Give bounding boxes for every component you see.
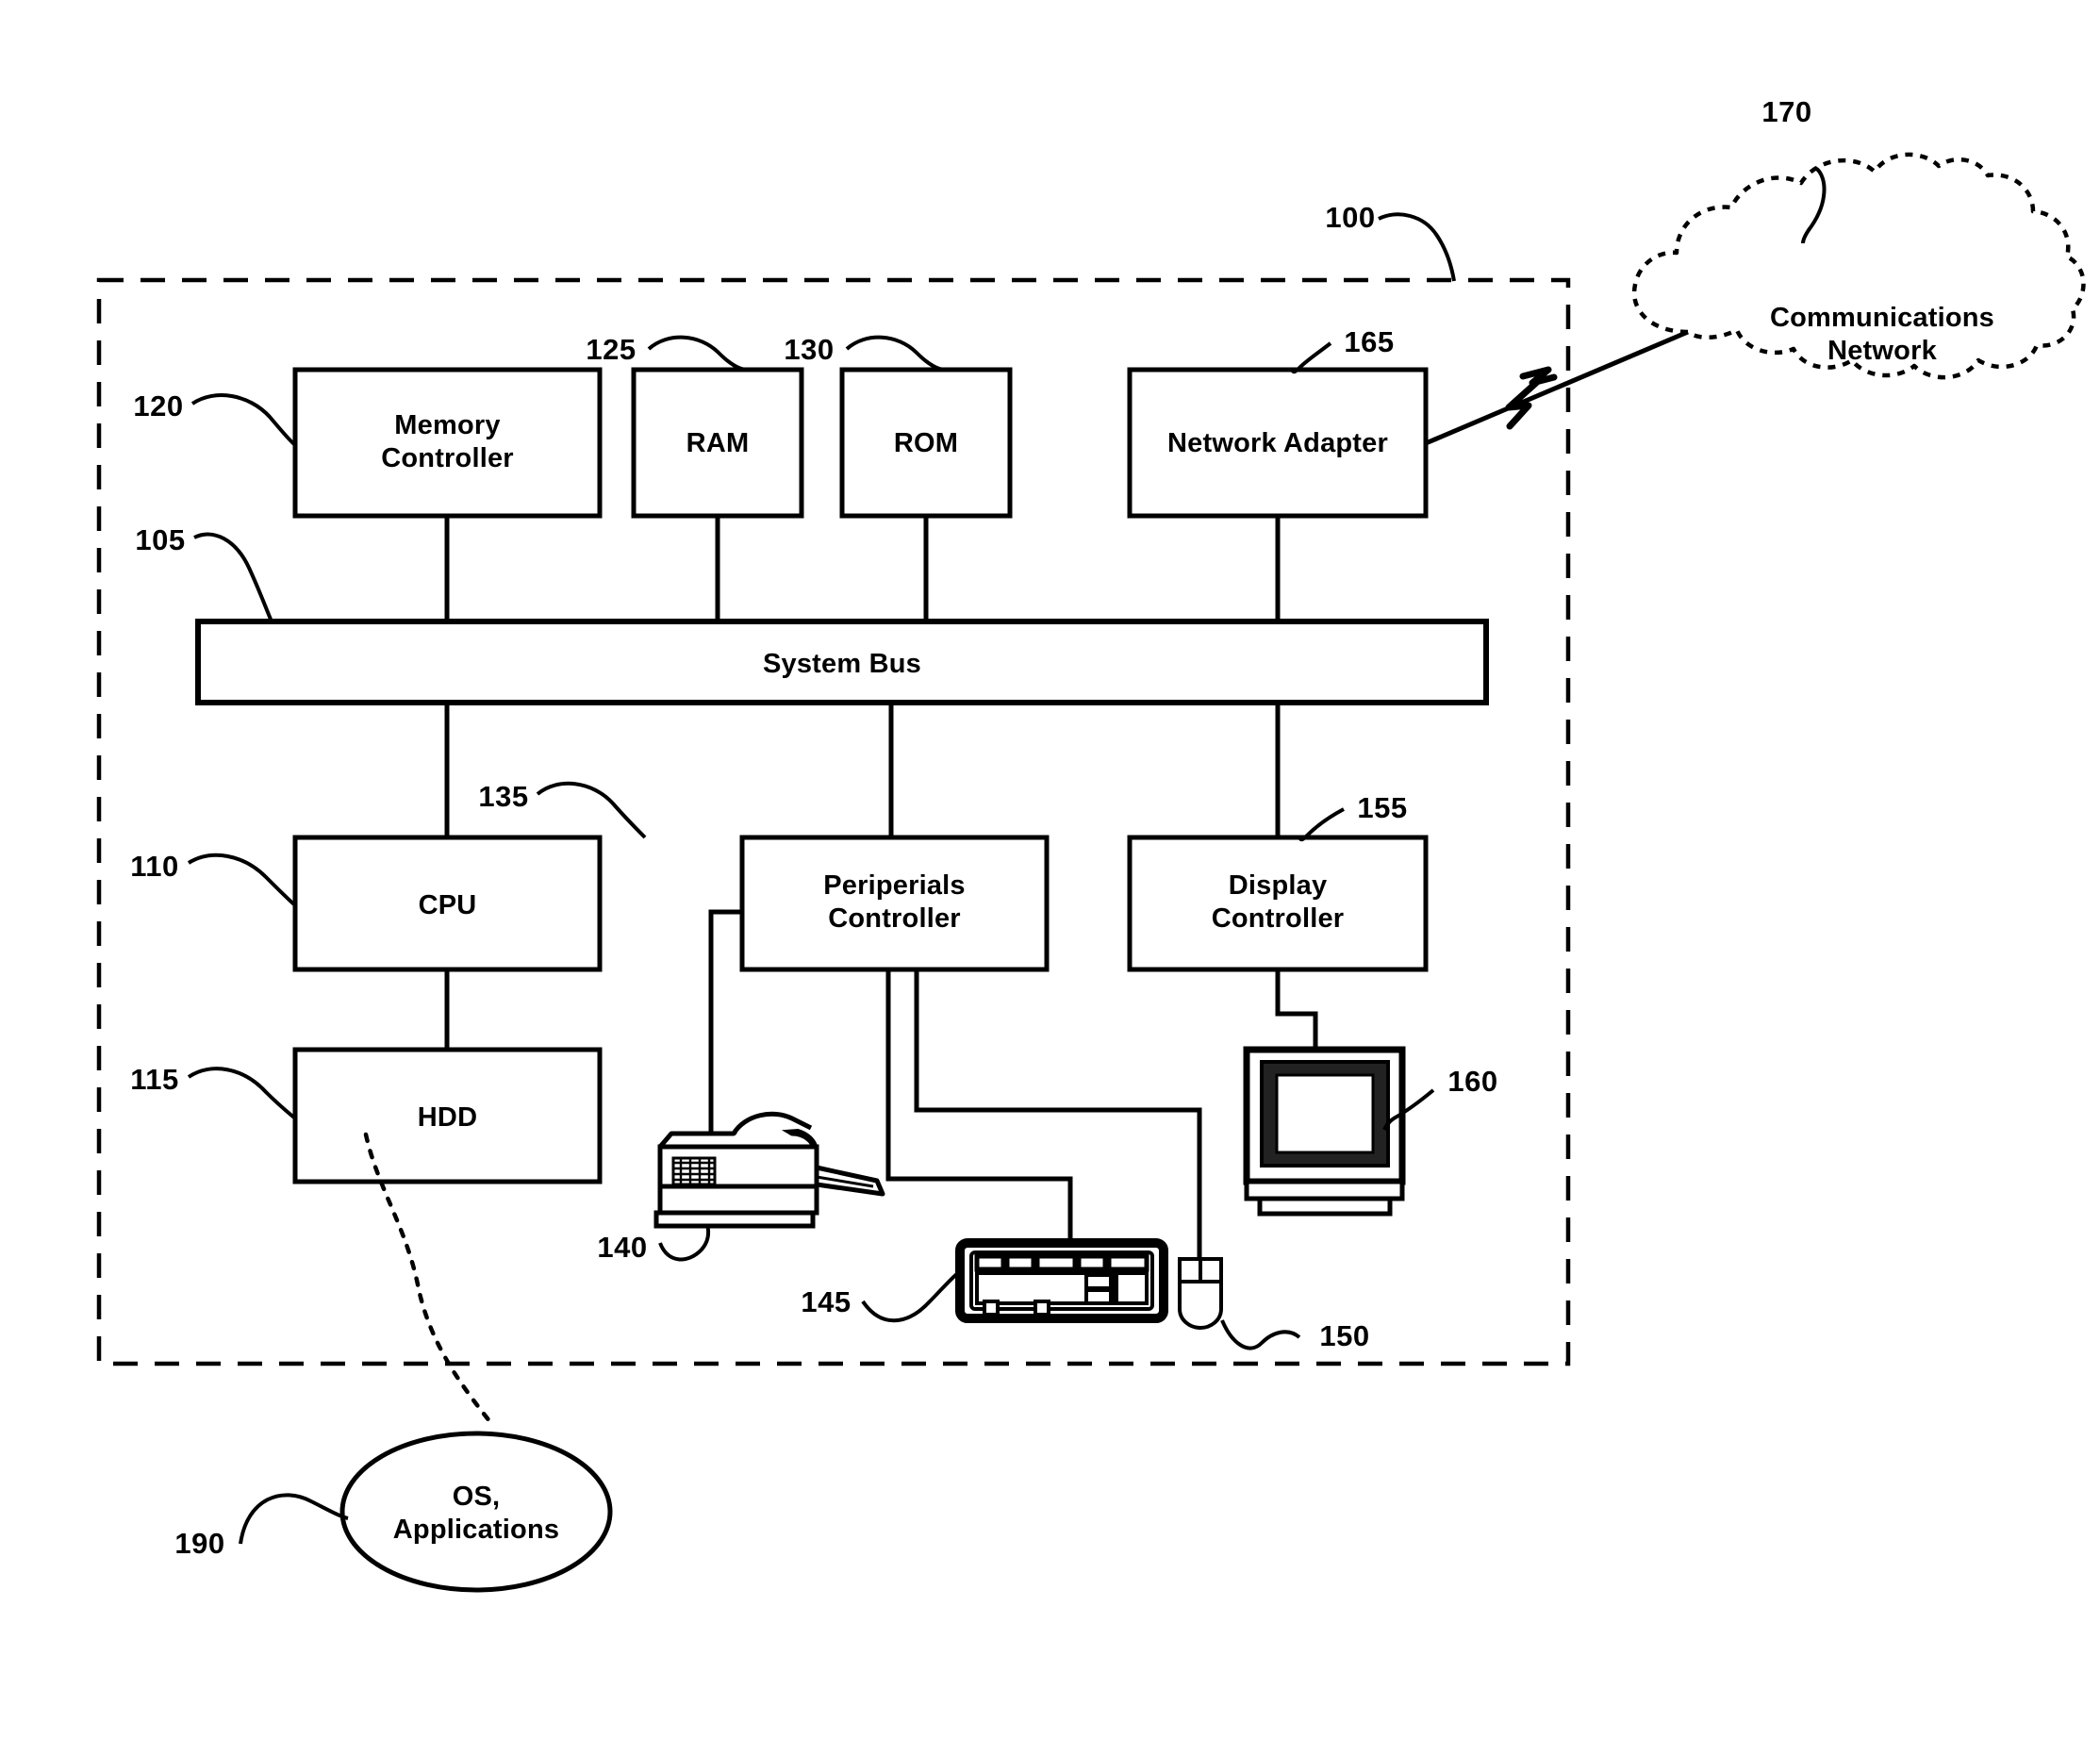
lightning-bolt-icon xyxy=(1505,379,1540,430)
rom-label: ROM xyxy=(893,428,959,458)
keyboard-icon[interactable] xyxy=(955,1238,1168,1323)
peripherals-controller-label: Periperials Controller xyxy=(823,870,966,935)
ram-label: RAM xyxy=(686,428,750,458)
communications-network-label: Communications Network xyxy=(1769,303,1995,367)
ref-140-leader xyxy=(658,1223,711,1262)
ref-number-155: 155 xyxy=(1357,791,1408,824)
lightning-bolt-icon-2 xyxy=(1519,366,1558,387)
ref-number-165: 165 xyxy=(1344,325,1395,358)
ref-number-105: 105 xyxy=(135,523,186,556)
ref-number-170: 170 xyxy=(1761,95,1812,128)
peripherals-mouse-line xyxy=(914,969,1202,1259)
ref-100-leader xyxy=(1378,212,1456,282)
ref-150-leader xyxy=(1220,1319,1301,1350)
ref-number-125: 125 xyxy=(586,333,637,366)
ref-number-130: 130 xyxy=(784,333,835,366)
display-monitor-line xyxy=(1275,969,1318,1050)
ref-145-leader xyxy=(861,1269,962,1323)
ref-number-110: 110 xyxy=(130,850,179,883)
cpu-label: CPU xyxy=(418,890,477,920)
ref-115-leader xyxy=(187,1067,297,1120)
network-link-line xyxy=(1425,329,1689,446)
monitor-icon[interactable] xyxy=(1243,1046,1406,1217)
figure-root: Memory Controller RAM ROM Network Adapte… xyxy=(0,0,2100,1739)
ref-number-115: 115 xyxy=(130,1063,179,1096)
ref-number-100: 100 xyxy=(1325,201,1376,234)
diagram-vector-layer xyxy=(96,152,2086,1593)
ref-105-leader xyxy=(193,532,273,622)
ref-135-leader xyxy=(536,781,647,839)
os-applications-label: OS, Applications xyxy=(392,1482,560,1546)
network-adapter-label: Network Adapter xyxy=(1167,428,1388,458)
printer-icon[interactable] xyxy=(653,1111,885,1229)
ref-number-120: 120 xyxy=(133,389,184,422)
peripherals-printer-line xyxy=(708,909,742,1147)
ref-number-145: 145 xyxy=(801,1285,852,1318)
memory-controller-label: Memory Controller xyxy=(381,410,514,474)
ref-number-190: 190 xyxy=(174,1527,225,1560)
ref-125-leader xyxy=(647,335,748,372)
hdd-label: HDD xyxy=(417,1102,478,1133)
ref-190-leader xyxy=(239,1493,349,1545)
ref-120-leader xyxy=(190,393,297,447)
ref-155-leader xyxy=(1298,807,1345,842)
ref-130-leader xyxy=(845,335,946,372)
display-controller-label: Display Controller xyxy=(1211,870,1345,935)
ref-number-150: 150 xyxy=(1319,1319,1370,1352)
system-bus-label: System Bus xyxy=(762,649,921,679)
ref-number-135: 135 xyxy=(478,780,529,813)
ref-110-leader xyxy=(187,853,297,907)
mouse-icon[interactable] xyxy=(1178,1257,1223,1331)
ref-number-160: 160 xyxy=(1447,1065,1498,1098)
ref-number-140: 140 xyxy=(597,1231,648,1264)
